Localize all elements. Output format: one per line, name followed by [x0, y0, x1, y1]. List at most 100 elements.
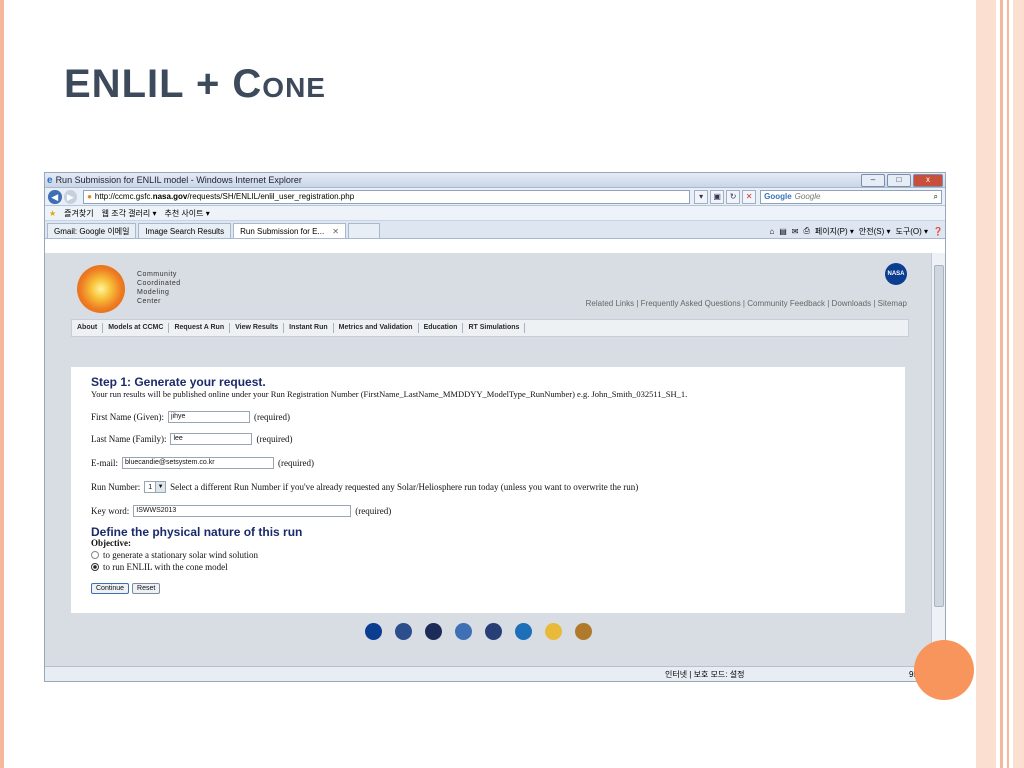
- fav-item-suggested-sites[interactable]: 추천 사이트 ▾: [164, 208, 209, 219]
- address-suffix: /requests/SH/ENLIL/enlil_user_registrati…: [187, 192, 355, 201]
- fav-item-web-slice[interactable]: 웹 조각 갤러리 ▾: [102, 208, 157, 219]
- mail-icon[interactable]: ✉: [792, 227, 799, 236]
- required-note: (required): [278, 458, 314, 468]
- favorites-star-icon[interactable]: ★: [49, 209, 56, 218]
- nav-item-about[interactable]: About: [72, 323, 104, 333]
- section-title: Define the physical nature of this run: [91, 525, 303, 539]
- objective-option-cone[interactable]: to run ENLIL with the cone model: [91, 562, 228, 572]
- search-icon[interactable]: ⌕: [934, 192, 938, 202]
- slide-right-decoration: [976, 0, 1024, 768]
- objective-option-stationary[interactable]: to generate a stationary solar wind solu…: [91, 550, 258, 560]
- address-domain: nasa.gov: [152, 192, 188, 201]
- email-input[interactable]: bluecandie@setsystem.co.kr: [122, 457, 274, 469]
- browser-window: e Run Submission for ENLIL model - Windo…: [44, 172, 946, 682]
- window-title: Run Submission for ENLIL model - Windows…: [55, 175, 302, 185]
- tab-label: Image Search Results: [145, 226, 225, 236]
- security-zone[interactable]: 인터넷 | 보호 모드: 설정: [665, 669, 744, 680]
- command-bar: ⌂ ▤ ✉ ⎙ 페이지(P) ▾ 안전(S) ▾ 도구(O) ▾ ❓: [764, 224, 943, 238]
- favorites-bar: ★ 즐겨찾기 웹 조각 갤러리 ▾ 추천 사이트 ▾: [45, 206, 945, 221]
- safety-menu[interactable]: 안전(S) ▾: [859, 226, 891, 237]
- required-note: (required): [355, 506, 392, 516]
- navy-seal-icon[interactable]: [425, 623, 442, 640]
- air-force-icon[interactable]: [395, 623, 412, 640]
- tab-label: Run Submission for E...: [240, 226, 325, 236]
- address-bar[interactable]: ● http://ccmc.gsfc. nasa.gov/requests/SH/…: [83, 189, 691, 204]
- required-note: (required): [256, 434, 293, 444]
- tab-run-submission[interactable]: Run Submission for E... ✕: [233, 223, 346, 238]
- address-toolbar: ◀ ▶ ● http://ccmc.gsfc. nasa.gov/requests…: [45, 188, 945, 206]
- page-menu[interactable]: 페이지(P) ▾: [815, 226, 854, 237]
- onr-icon[interactable]: [575, 623, 592, 640]
- nav-item-models[interactable]: Models at CCMC: [103, 323, 170, 333]
- run-number-help: Select a different Run Number if you've …: [170, 482, 639, 492]
- nsf-icon[interactable]: [545, 623, 562, 640]
- back-button[interactable]: ◀: [48, 189, 62, 204]
- run-number-select[interactable]: 1 ▼: [144, 481, 167, 493]
- email-label: E-mail:: [91, 458, 118, 468]
- logo-line: Community: [137, 271, 177, 278]
- keyword-input[interactable]: ISWWS2013: [133, 505, 352, 517]
- refresh-icon[interactable]: ↻: [726, 189, 741, 204]
- scrollbar-thumb[interactable]: [934, 265, 944, 607]
- tab-image-search[interactable]: Image Search Results: [138, 223, 232, 238]
- nav-item-rt-simulations[interactable]: RT Simulations: [463, 323, 526, 333]
- ccmc-header: Community Coordinated Modeling Center NA…: [71, 259, 907, 319]
- keyword-row: Key word: ISWWS2013 (required): [91, 505, 391, 517]
- compatibility-view-icon[interactable]: ▣: [710, 189, 725, 204]
- browser-tabs: Gmail: Google 이메일 Image Search Results R…: [45, 221, 945, 239]
- first-name-input[interactable]: jihye: [167, 411, 250, 423]
- run-number-row: Run Number: 1 ▼ Select a different Run Nu…: [91, 481, 638, 493]
- help-icon[interactable]: ❓: [933, 227, 943, 236]
- afosr-icon[interactable]: [455, 623, 472, 640]
- objective-label: Objective:: [91, 538, 131, 548]
- nasa-logo-icon[interactable]: NASA: [885, 263, 907, 285]
- slide-orange-circle: [914, 640, 974, 700]
- print-icon[interactable]: ⎙: [804, 226, 810, 236]
- nasa-seal-icon[interactable]: [365, 623, 382, 640]
- nav-item-request-run[interactable]: Request A Run: [169, 323, 231, 333]
- last-name-label: Last Name (Family):: [91, 434, 167, 444]
- ie-logo-icon: e: [47, 174, 53, 186]
- run-number-value: 1: [148, 483, 153, 491]
- run-request-form: Step 1: Generate your request. Your run …: [71, 367, 905, 613]
- new-tab-button[interactable]: [347, 223, 380, 238]
- feeds-icon[interactable]: ▤: [779, 227, 787, 236]
- close-tab-icon[interactable]: ✕: [332, 227, 339, 236]
- nav-item-view-results[interactable]: View Results: [230, 323, 285, 333]
- slide-left-border: [0, 0, 4, 768]
- email-row: E-mail: bluecandie@setsystem.co.kr (requ…: [91, 457, 314, 469]
- tab-gmail[interactable]: Gmail: Google 이메일: [47, 223, 137, 238]
- nav-item-metrics[interactable]: Metrics and Validation: [334, 323, 419, 333]
- search-input[interactable]: Google: [795, 192, 934, 201]
- required-note: (required): [253, 412, 290, 422]
- noaa-icon[interactable]: [515, 623, 532, 640]
- close-window-button[interactable]: x: [913, 173, 943, 187]
- favorites-button[interactable]: 즐겨찾기: [64, 208, 93, 219]
- afwa-icon[interactable]: [485, 623, 502, 640]
- reset-button[interactable]: Reset: [132, 583, 161, 594]
- browser-titlebar: e Run Submission for ENLIL model - Windo…: [45, 173, 945, 188]
- objective-option-label: to generate a stationary solar wind solu…: [103, 550, 258, 560]
- nav-item-instant-run[interactable]: Instant Run: [284, 323, 334, 333]
- slide-title: ENLIL + Cone: [64, 62, 326, 106]
- form-buttons: Continue Reset: [91, 583, 163, 594]
- vertical-scrollbar[interactable]: [931, 253, 945, 666]
- stop-icon[interactable]: ✕: [742, 189, 757, 204]
- nav-item-education[interactable]: Education: [419, 323, 464, 333]
- logo-line: Modeling: [137, 289, 170, 296]
- continue-button[interactable]: Continue: [91, 583, 130, 594]
- radio-stationary[interactable]: [91, 551, 99, 559]
- tools-menu[interactable]: 도구(O) ▾: [896, 226, 929, 237]
- header-links[interactable]: Related Links | Frequently Asked Questio…: [586, 299, 907, 308]
- search-box[interactable]: Google Google ⌕: [760, 189, 942, 204]
- ccmc-logo-icon[interactable]: [77, 265, 125, 313]
- last-name-input[interactable]: lee: [170, 433, 253, 445]
- maximize-button[interactable]: □: [887, 173, 911, 187]
- dropdown-arrow-icon[interactable]: ▾: [694, 189, 709, 204]
- forward-button[interactable]: ▶: [63, 189, 78, 204]
- run-number-label: Run Number:: [91, 482, 141, 492]
- google-logo-icon: Google: [764, 192, 792, 201]
- radio-cone[interactable]: [91, 563, 99, 571]
- minimize-button[interactable]: –: [861, 173, 885, 187]
- home-icon[interactable]: ⌂: [769, 227, 774, 236]
